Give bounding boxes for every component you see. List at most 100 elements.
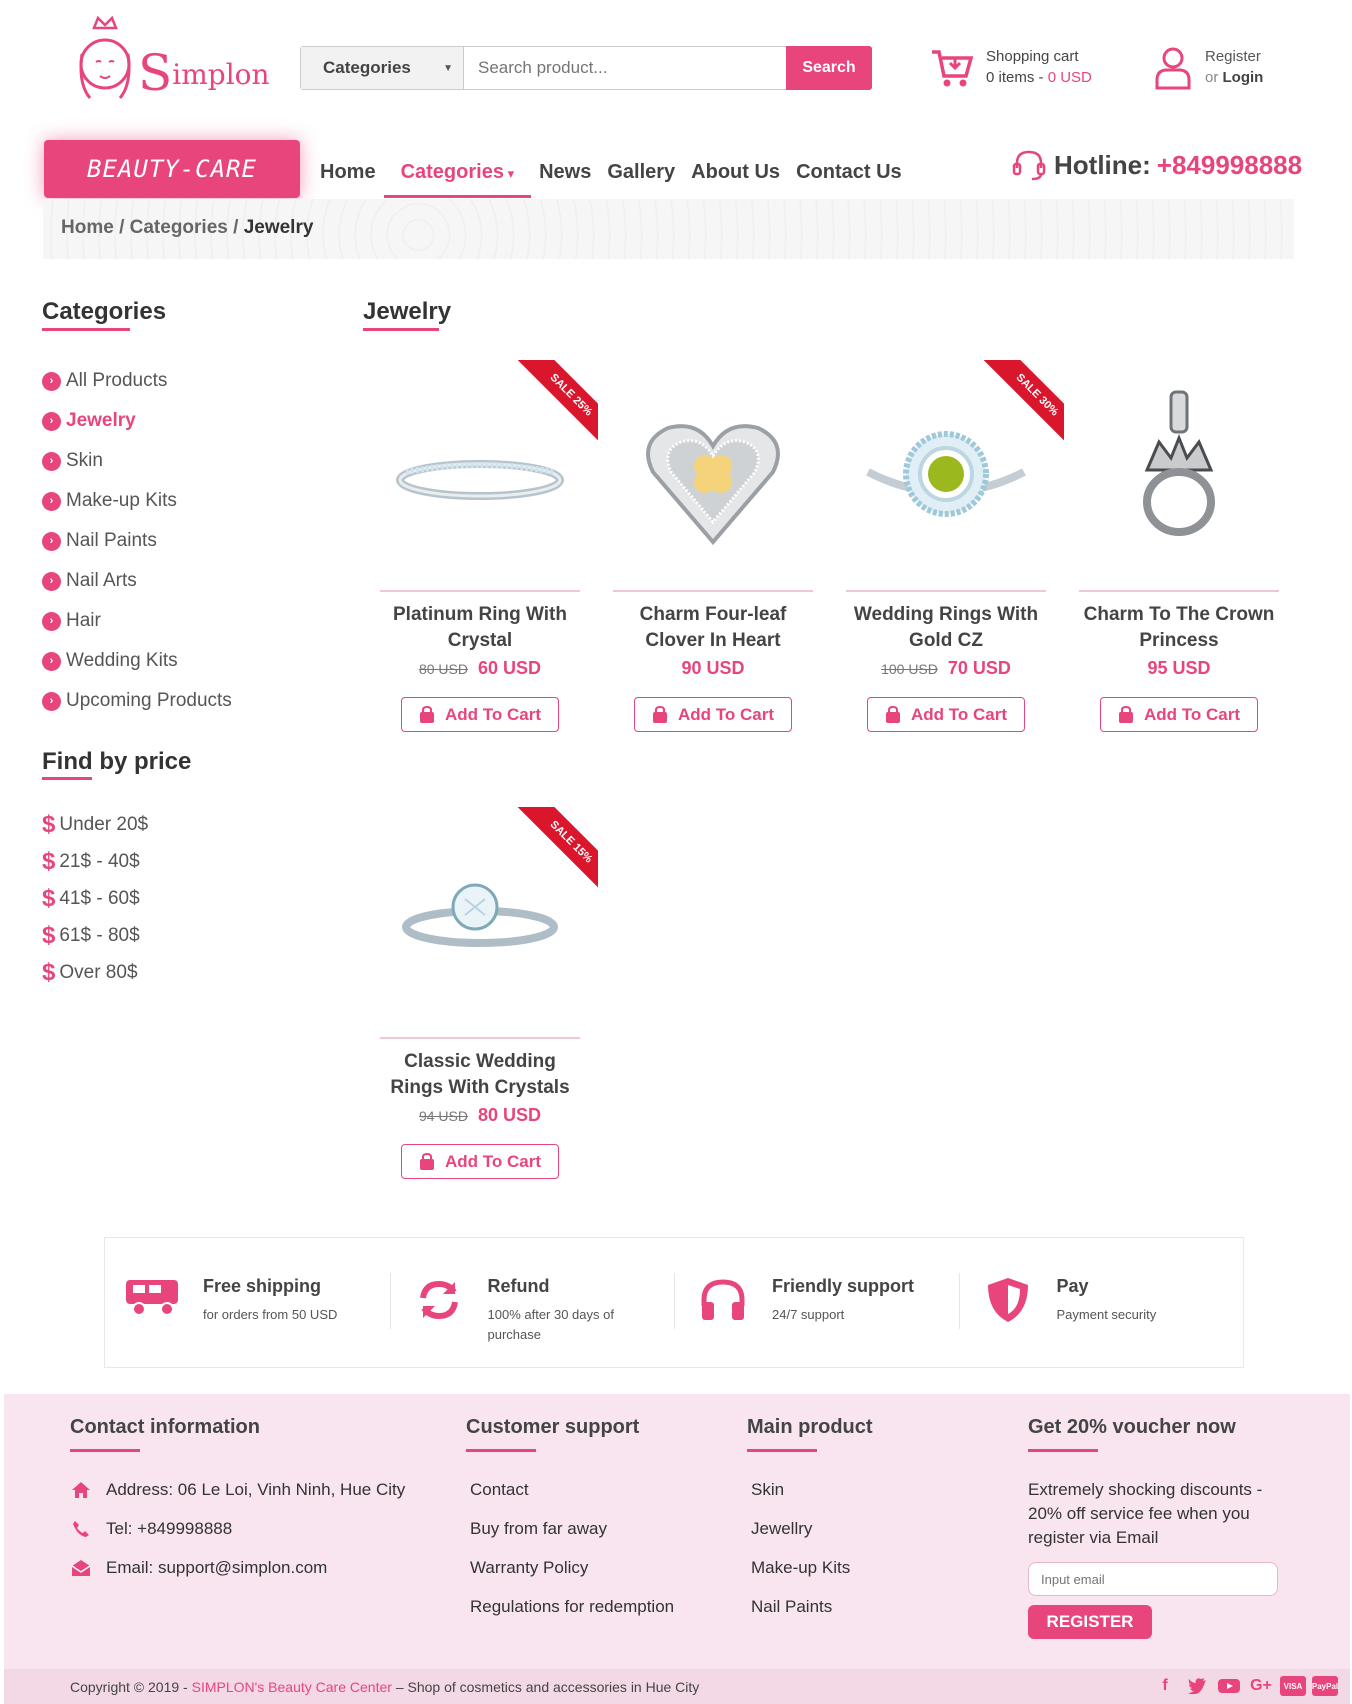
category-item[interactable]: › Nail Paints — [42, 521, 232, 561]
email-item[interactable]: Email: support@simplon.com — [70, 1548, 405, 1587]
feature-desc: 100% after 30 days of purchase — [487, 1307, 614, 1342]
price-filter-item[interactable]: $ Over 80$ — [42, 954, 148, 991]
nav-home[interactable]: Home — [312, 140, 384, 198]
footer-main-product: Main product Skin Jewellry Make-up Kits … — [747, 1416, 873, 1626]
footer-link[interactable]: Regulations for redemption — [470, 1587, 674, 1626]
category-select[interactable]: Categories ▼ — [301, 47, 464, 89]
nav-contact-us[interactable]: Contact Us — [788, 140, 910, 198]
price-filter-item[interactable]: $21$ - 40$ — [42, 843, 148, 880]
footer-voucher: Get 20% voucher now Extremely shocking d… — [1028, 1416, 1278, 1639]
footer-link[interactable]: Warranty Policy — [470, 1548, 674, 1587]
category-item[interactable]: › Nail Arts — [42, 561, 232, 601]
product-name[interactable]: Wedding Rings With Gold CZ — [846, 602, 1046, 654]
product-image[interactable]: SALE 15% — [380, 807, 598, 1039]
product-name[interactable]: Classic Wedding Rings With Crystals — [380, 1049, 580, 1101]
product-image[interactable]: SALE 30% — [846, 360, 1064, 592]
add-to-cart-button[interactable]: Add To Cart — [867, 697, 1025, 732]
price-filter-label: Under 20$ — [59, 813, 149, 835]
add-to-cart-button[interactable]: Add To Cart — [401, 1144, 559, 1179]
tel-item[interactable]: Tel: +849998888 — [70, 1509, 405, 1548]
headset-icon — [1012, 150, 1046, 181]
category-label: Skin — [66, 450, 103, 471]
category-label: All Products — [66, 370, 168, 391]
footer-contact-title: Contact information — [70, 1416, 260, 1438]
product-image[interactable] — [1079, 362, 1279, 592]
category-item[interactable]: › All Products — [42, 361, 232, 401]
category-label: Upcoming Products — [66, 690, 232, 711]
nav-gallery[interactable]: Gallery — [599, 140, 683, 198]
nav-about-us[interactable]: About Us — [683, 140, 788, 198]
category-list: › All Products › Jewelry › Skin › Make-up Ki… — [42, 361, 232, 721]
footer-link[interactable]: Nail Paints — [751, 1587, 873, 1626]
price-filter-item[interactable]: $41$ - 60$ — [42, 880, 148, 917]
site-header: Simplon Categories ▼ Search Shopping car… — [0, 0, 1352, 130]
add-to-cart-label: Add To Cart — [677, 704, 774, 724]
category-item[interactable]: › Skin — [42, 441, 232, 481]
categories-heading: Categories — [42, 298, 167, 325]
tel-text: Tel: +849998888 — [106, 1518, 233, 1538]
envelope-icon — [70, 1559, 92, 1577]
feature-title: Pay — [1056, 1276, 1089, 1296]
product-name[interactable]: Platinum Ring With Crystal — [380, 602, 580, 654]
facebook-icon[interactable]: f — [1152, 1676, 1178, 1696]
add-to-cart-button[interactable]: Add To Cart — [634, 697, 792, 732]
search-input[interactable] — [464, 47, 786, 89]
product-name[interactable]: Charm Four-leaf Clover In Heart — [613, 602, 813, 654]
category-item-active[interactable]: › Jewelry — [42, 401, 232, 441]
cart-title: Shopping cart — [986, 48, 1079, 65]
breadcrumb-categories[interactable]: Categories — [130, 217, 228, 238]
product-price-row: 94 USD 80 USD — [380, 1105, 580, 1126]
site-logo[interactable]: Simplon — [70, 14, 270, 106]
price-filter-item[interactable]: $ Under 20$ — [42, 806, 148, 843]
category-label: Jewelry — [66, 410, 136, 431]
shopping-bag-icon — [885, 705, 900, 723]
google-plus-icon[interactable]: G+ — [1248, 1676, 1274, 1696]
price-filter-item[interactable]: $61$ - 80$ — [42, 917, 148, 954]
nav-news[interactable]: News — [531, 140, 599, 198]
hotline-label: Hotline: — [1054, 149, 1151, 180]
register-button[interactable]: REGISTER — [1028, 1605, 1152, 1639]
add-to-cart-button[interactable]: Add To Cart — [1100, 697, 1258, 732]
caret-down-icon: ▼ — [443, 62, 453, 74]
chevron-right-icon: › — [42, 571, 61, 591]
sale-ribbon: SALE 25% — [512, 360, 598, 446]
nav-categories[interactable]: Categories — [383, 140, 532, 198]
sale-ribbon: SALE 15% — [512, 807, 598, 893]
product-image[interactable] — [613, 362, 813, 592]
footer-link[interactable]: Make-up Kits — [751, 1548, 873, 1587]
category-item[interactable]: › Wedding Kits — [42, 641, 232, 681]
product-price-row: 80 USD 60 USD — [380, 658, 580, 679]
breadcrumb-home[interactable]: Home — [61, 217, 114, 238]
youtube-icon[interactable] — [1216, 1676, 1242, 1696]
footer-voucher-title: Get 20% voucher now — [1028, 1416, 1236, 1438]
feature-title: Refund — [487, 1276, 550, 1296]
product-name[interactable]: Charm To The Crown Princess — [1079, 602, 1279, 654]
footer-link[interactable]: Buy from far away — [470, 1509, 674, 1548]
shopping-cart[interactable]: Shopping cart 0 items - 0 USD — [930, 46, 1092, 90]
footer-link[interactable]: Skin — [751, 1470, 873, 1509]
dollar-icon: $ — [42, 958, 56, 986]
category-label: Hair — [66, 610, 101, 631]
search-button[interactable]: Search — [786, 46, 872, 90]
cart-total: 0 USD — [1047, 69, 1092, 86]
product-image[interactable]: SALE 25% — [380, 360, 598, 592]
product-price: 70 USD — [947, 658, 1011, 678]
add-to-cart-button[interactable]: Add To Cart — [401, 697, 559, 732]
voucher-email-input[interactable] — [1028, 1562, 1278, 1596]
princess-logo-icon — [79, 15, 131, 99]
search-bar: Categories ▼ Search — [300, 46, 872, 90]
twitter-icon[interactable] — [1184, 1676, 1210, 1696]
category-item[interactable]: › Upcoming Products — [42, 681, 232, 721]
footer-link[interactable]: Jewellry — [751, 1509, 873, 1548]
copyright-prefix: Copyright © 2019 - — [70, 1679, 188, 1695]
feature-title: Free shipping — [203, 1276, 322, 1296]
product-card: Charm To The Crown Princess 95 USD Add T… — [1079, 362, 1279, 732]
old-price: 80 USD — [418, 661, 468, 677]
category-item[interactable]: › Hair — [42, 601, 232, 641]
hotline-number[interactable]: +849998888 — [1157, 150, 1302, 181]
footer-link[interactable]: Contact — [470, 1470, 674, 1509]
category-item[interactable]: › Make-up Kits — [42, 481, 232, 521]
login-link[interactable]: Login — [1223, 69, 1264, 86]
register-link[interactable]: Register — [1205, 46, 1263, 67]
copyright-brand[interactable]: SIMPLON's Beauty Care Center — [192, 1679, 392, 1695]
